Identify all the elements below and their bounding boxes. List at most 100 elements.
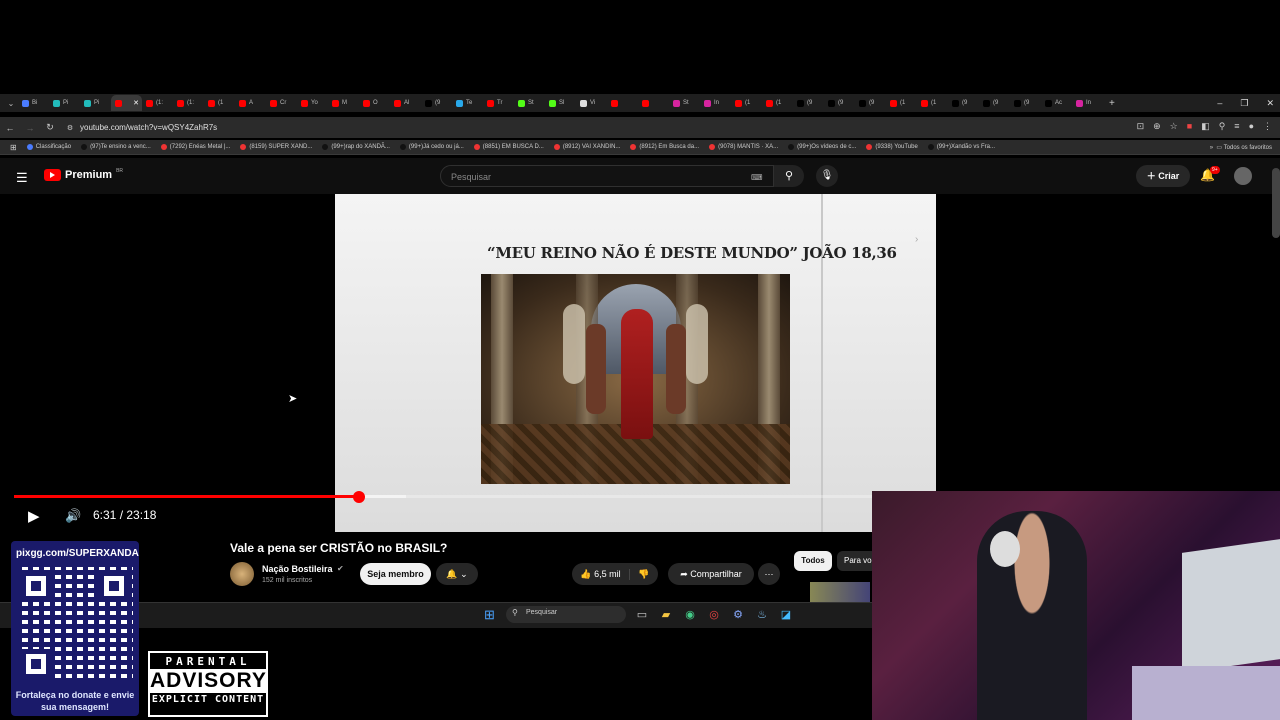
new-tab-button[interactable]: + xyxy=(1109,98,1115,109)
browser-tab[interactable]: (1 xyxy=(204,95,235,111)
voice-search-button[interactable]: 🎙 xyxy=(816,165,838,187)
bookmark-item[interactable]: (8912) VAI XANDIN... xyxy=(553,144,620,150)
bookmark-item[interactable]: (99+)Xandão vs Fra... xyxy=(927,144,995,150)
browser-tab[interactable]: Cr xyxy=(266,95,297,111)
browser-tab[interactable]: Tr xyxy=(483,95,514,111)
bookmark-item[interactable]: (97)Te ensino a venc... xyxy=(81,144,151,150)
youtube-premium-logo[interactable]: Premium BR xyxy=(44,168,123,181)
create-button[interactable]: ＋ Criar xyxy=(1136,165,1190,187)
browser-tab[interactable]: O xyxy=(359,95,390,111)
progress-scrubber[interactable] xyxy=(353,491,365,503)
bookmark-item[interactable]: (9078) MANTIS · XA... xyxy=(709,144,778,150)
browser-tab[interactable]: (1 xyxy=(762,95,793,111)
all-favorites-link[interactable]: » ▭ Todos os favoritos xyxy=(1210,144,1272,151)
chrome-icon[interactable]: ◉ xyxy=(682,607,698,623)
close-tab-icon[interactable]: ✕ xyxy=(133,99,139,107)
bookmark-item[interactable]: (8851) EM BUSCA D... xyxy=(473,144,544,150)
taskbar-search-input[interactable]: Pesquisar xyxy=(506,606,626,623)
channel-name[interactable]: Nação Bostileira xyxy=(262,564,333,574)
minimize-icon[interactable]: – xyxy=(1217,98,1222,108)
browser-tab[interactable]: (1 xyxy=(731,95,762,111)
browser-tab[interactable]: M xyxy=(328,95,359,111)
bookmark-item[interactable]: (99+)rap do XANDÃ... xyxy=(322,144,390,150)
forward-icon[interactable]: → xyxy=(20,123,40,133)
bookmark-item[interactable]: Classificação xyxy=(26,144,71,150)
browser-tab[interactable]: ✕ xyxy=(111,95,142,111)
dislike-button[interactable]: 👎 xyxy=(630,569,658,580)
subscription-bell-button[interactable]: 🔔 ⌄ xyxy=(436,563,478,585)
browser-tab[interactable]: Pi xyxy=(49,95,80,111)
play-icon[interactable]: ▶ xyxy=(28,507,40,525)
windows-start-icon[interactable]: ⊞ xyxy=(484,607,495,623)
keyboard-icon[interactable]: ⌨ xyxy=(751,173,763,182)
browser-tab[interactable]: St xyxy=(514,95,545,111)
browser-tab[interactable]: Pi xyxy=(80,95,111,111)
more-actions-button[interactable]: ⋯ xyxy=(758,563,780,585)
site-info-icon[interactable]: ⚙ xyxy=(60,124,80,132)
back-icon[interactable]: ← xyxy=(0,123,20,133)
task-view-icon[interactable]: ▭ xyxy=(634,607,650,623)
file-explorer-icon[interactable]: ▰ xyxy=(658,607,674,623)
browser-tab[interactable]: Te xyxy=(452,95,483,111)
hamburger-menu-icon[interactable]: ☰ xyxy=(16,170,28,186)
settings-gear-icon[interactable]: ⚙ xyxy=(730,607,746,623)
video-player[interactable]: “MEU REINO NÃO É DESTE MUNDO” JOÃO 18,36… xyxy=(335,194,936,532)
menu-kebab-icon[interactable]: ⋮ xyxy=(1263,121,1272,132)
media-icon[interactable]: ≡ xyxy=(1234,121,1239,132)
apps-grid-icon[interactable]: ⊞ xyxy=(10,143,17,152)
browser-tab[interactable]: Sl xyxy=(545,95,576,111)
like-button[interactable]: 👍 6,5 mil xyxy=(572,568,630,580)
bookmark-star-icon[interactable]: ☆ xyxy=(1170,121,1178,132)
bookmark-item[interactable]: (8159) SUPER XAND... xyxy=(240,144,312,150)
browser-tab[interactable]: Bi xyxy=(18,95,49,111)
url-field[interactable]: youtube.com/watch?v=wQSY4ZahR7s xyxy=(80,123,217,132)
app-icon[interactable]: ◪ xyxy=(778,607,794,623)
tab-search-icon[interactable]: ⌄ xyxy=(4,99,18,108)
profile-icon[interactable]: ● xyxy=(1249,121,1254,132)
page-scrollbar[interactable] xyxy=(1272,168,1280,238)
bookmark-item[interactable]: (99+)Os vídeos de c... xyxy=(788,144,856,150)
reload-icon[interactable]: ↻ xyxy=(40,122,60,133)
browser-tab[interactable]: (1: xyxy=(142,95,173,111)
chip-all[interactable]: Todos xyxy=(794,551,832,571)
app-icon[interactable]: ◎ xyxy=(706,607,722,623)
browser-tab[interactable]: Vi xyxy=(576,95,607,111)
browser-tab[interactable]: In xyxy=(700,95,731,111)
browser-tab[interactable]: A xyxy=(235,95,266,111)
browser-tab[interactable]: (9 xyxy=(1010,95,1041,111)
browser-tab[interactable]: St xyxy=(669,95,700,111)
extension-icon[interactable]: ■ xyxy=(1187,121,1192,132)
browser-tab[interactable]: Al xyxy=(390,95,421,111)
browser-tab[interactable]: (9 xyxy=(979,95,1010,111)
browser-tab[interactable]: (1 xyxy=(886,95,917,111)
extensions-puzzle-icon[interactable]: ⚲ xyxy=(1219,121,1226,132)
search-input[interactable]: Pesquisar xyxy=(440,165,774,187)
bookmark-item[interactable]: (8912) Em Busca da... xyxy=(630,144,699,150)
browser-tab[interactable] xyxy=(638,95,669,111)
browser-tab[interactable]: (9 xyxy=(421,95,452,111)
bookmark-item[interactable]: (9338) YouTube xyxy=(866,144,918,150)
zoom-icon[interactable]: ⊕ xyxy=(1153,121,1161,132)
bookmark-item[interactable]: (99+)Já cedo ou já... xyxy=(399,144,464,150)
browser-tab[interactable]: In xyxy=(1072,95,1103,111)
channel-avatar[interactable] xyxy=(230,562,254,586)
maximize-icon[interactable]: ❐ xyxy=(1240,98,1248,109)
steam-icon[interactable]: ♨ xyxy=(754,607,770,623)
close-window-icon[interactable]: ✕ xyxy=(1266,98,1274,109)
browser-tab[interactable]: (9 xyxy=(824,95,855,111)
extension-icon[interactable]: ◧ xyxy=(1201,121,1210,132)
volume-icon[interactable]: 🔊 xyxy=(65,508,81,524)
browser-tab[interactable]: (9 xyxy=(855,95,886,111)
browser-tab[interactable]: Yo xyxy=(297,95,328,111)
browser-tab[interactable]: (9 xyxy=(948,95,979,111)
browser-tab[interactable]: (1 xyxy=(917,95,948,111)
browser-tab[interactable]: (1: xyxy=(173,95,204,111)
recommended-thumbnail[interactable] xyxy=(810,582,870,604)
install-icon[interactable]: ⊡ xyxy=(1137,121,1145,132)
search-button[interactable]: ⚲ xyxy=(774,165,804,187)
join-member-button[interactable]: Seja membro xyxy=(360,563,431,585)
browser-tab[interactable]: (9 xyxy=(793,95,824,111)
user-avatar[interactable] xyxy=(1234,167,1252,185)
browser-tab[interactable]: Ac xyxy=(1041,95,1072,111)
browser-tab[interactable] xyxy=(607,95,638,111)
